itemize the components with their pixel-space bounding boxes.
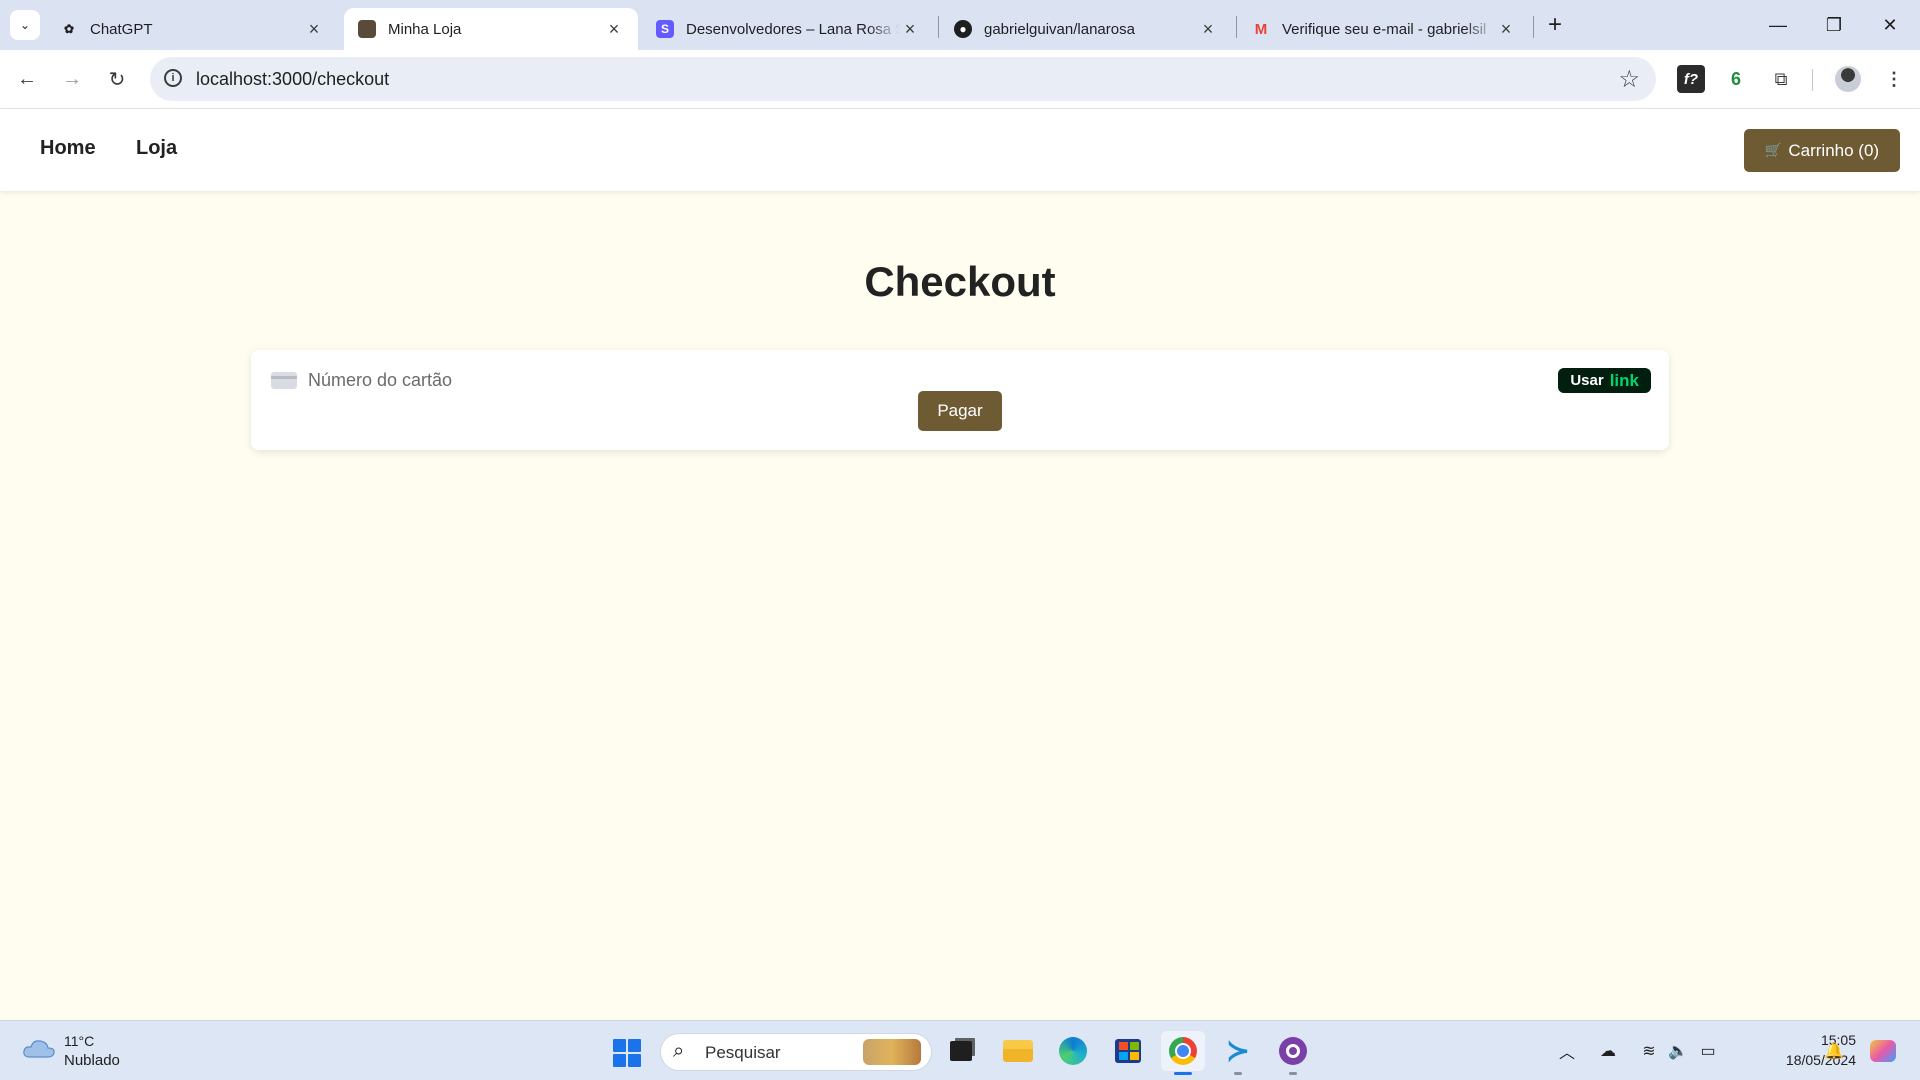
tab-title: ChatGPT (90, 20, 153, 38)
cart-icon: 🛒 (1764, 142, 1783, 158)
weather-temperature: 11°C (64, 1033, 95, 1049)
close-icon[interactable]: × (1496, 19, 1516, 40)
search-highlight-icon (863, 1039, 921, 1065)
copilot-icon[interactable] (1868, 1039, 1898, 1063)
credit-card-icon (271, 372, 297, 389)
toolbar-divider (1812, 69, 1813, 91)
stripe-icon: S (656, 20, 674, 38)
payment-form: Usar link Pagar (251, 350, 1669, 450)
weather-description: Nublado (64, 1052, 120, 1069)
tab-minha-loja[interactable]: Minha Loja × (344, 8, 638, 50)
tab-divider (938, 16, 939, 38)
edge-icon[interactable] (1051, 1031, 1095, 1071)
taskbar-search[interactable]: ⌕ Pesquisar (660, 1033, 932, 1071)
tab-title: Desenvolvedores – Lana Rosa S (686, 20, 900, 38)
notification-bell-icon[interactable]: 🔔 (1822, 1039, 1846, 1063)
tab-chatgpt[interactable]: ✿ ChatGPT × (46, 8, 338, 50)
task-view-icon[interactable] (939, 1031, 983, 1071)
wifi-icon[interactable]: ≋ (1637, 1039, 1661, 1063)
tab-title: Minha Loja (388, 20, 462, 38)
puzzle-extension-icon[interactable]: ⧉ (1767, 65, 1795, 93)
tab-divider (1236, 16, 1237, 38)
profile-avatar[interactable] (1835, 66, 1861, 92)
gmail-icon: M (1254, 20, 1268, 38)
search-icon: ⌕ (673, 1040, 685, 1062)
bookmark-star-icon[interactable]: ☆ (1618, 65, 1640, 94)
close-icon[interactable]: × (900, 19, 920, 40)
chevron-up-icon[interactable]: ︿ (1555, 1039, 1579, 1063)
file-explorer-icon[interactable] (996, 1031, 1040, 1071)
close-icon[interactable]: × (304, 19, 324, 40)
fx-extension-icon[interactable]: f? (1677, 65, 1705, 93)
pay-button[interactable]: Pagar (918, 391, 1002, 431)
browser-toolbar: ← → ↻ i localhost:3000/checkout ☆ f? 6 ⧉… (0, 50, 1920, 109)
back-arrow-icon[interactable]: ← (12, 64, 42, 94)
windows-start-icon[interactable] (613, 1039, 641, 1067)
volume-icon[interactable]: 🔈 (1666, 1039, 1690, 1063)
page-title: Checkout (864, 258, 1056, 305)
github-icon: ● (954, 20, 972, 38)
address-bar[interactable]: i localhost:3000/checkout ☆ (150, 57, 1656, 101)
forward-arrow-icon[interactable]: → (57, 64, 87, 94)
tab-gmail[interactable]: M Verifique seu e-mail - gabrielsil × (1238, 8, 1530, 50)
tab-github[interactable]: ● gabrielguivan/lanarosa × (940, 8, 1232, 50)
github-desktop-icon[interactable] (1271, 1031, 1315, 1075)
close-icon[interactable]: × (604, 19, 624, 40)
tab-search-chevron-icon[interactable]: ⌄ (10, 10, 40, 40)
store-favicon (358, 20, 376, 38)
browser-tab-strip: ⌄ ✿ ChatGPT × Minha Loja × S Desenvolved… (0, 0, 1920, 50)
six-extension-icon[interactable]: 6 (1722, 65, 1750, 93)
link-logo: link (1609, 370, 1639, 390)
vscode-icon[interactable]: ≻ (1216, 1031, 1260, 1075)
cloud-weather-icon[interactable] (22, 1037, 56, 1059)
close-icon[interactable]: × (1198, 19, 1218, 40)
windows-taskbar: 11°C Nublado ⌕ Pesquisar ≻ ︿ ☁ ≋ 🔈 ▭ 15:… (0, 1020, 1920, 1080)
nav-shop-link[interactable]: Loja (136, 137, 177, 160)
minimize-icon[interactable]: — (1750, 0, 1806, 50)
cart-button[interactable]: 🛒 Carrinho (0) (1744, 129, 1900, 172)
site-info-icon[interactable]: i (164, 69, 182, 87)
cart-label: Carrinho (0) (1788, 140, 1880, 160)
store-icon[interactable] (1106, 1031, 1150, 1071)
tab-stripe[interactable]: S Desenvolvedores – Lana Rosa S × (642, 8, 934, 50)
reload-icon[interactable]: ↻ (102, 64, 132, 94)
restore-icon[interactable]: ❐ (1806, 0, 1862, 50)
address-url[interactable]: localhost:3000/checkout (196, 69, 389, 90)
chatgpt-icon: ✿ (63, 22, 75, 36)
tab-title: Verifique seu e-mail - gabrielsil (1282, 20, 1487, 38)
tab-title: gabrielguivan/lanarosa (984, 20, 1135, 38)
search-placeholder: Pesquisar (705, 1043, 781, 1062)
link-use-label: Usar (1570, 372, 1604, 389)
onedrive-icon[interactable]: ☁ (1596, 1039, 1620, 1063)
use-link-button[interactable]: Usar link (1558, 368, 1651, 393)
chrome-icon[interactable] (1161, 1031, 1205, 1075)
browser-menu-icon[interactable]: ⋮ (1880, 65, 1908, 93)
site-header: Home Loja 🛒 Carrinho (0) (0, 109, 1920, 191)
window-close-icon[interactable]: ✕ (1862, 0, 1918, 50)
new-tab-button[interactable]: + (1540, 10, 1570, 40)
nav-home-link[interactable]: Home (40, 137, 96, 160)
tab-divider (1533, 16, 1534, 38)
battery-icon[interactable]: ▭ (1696, 1039, 1720, 1063)
card-number-input[interactable] (306, 364, 1310, 396)
